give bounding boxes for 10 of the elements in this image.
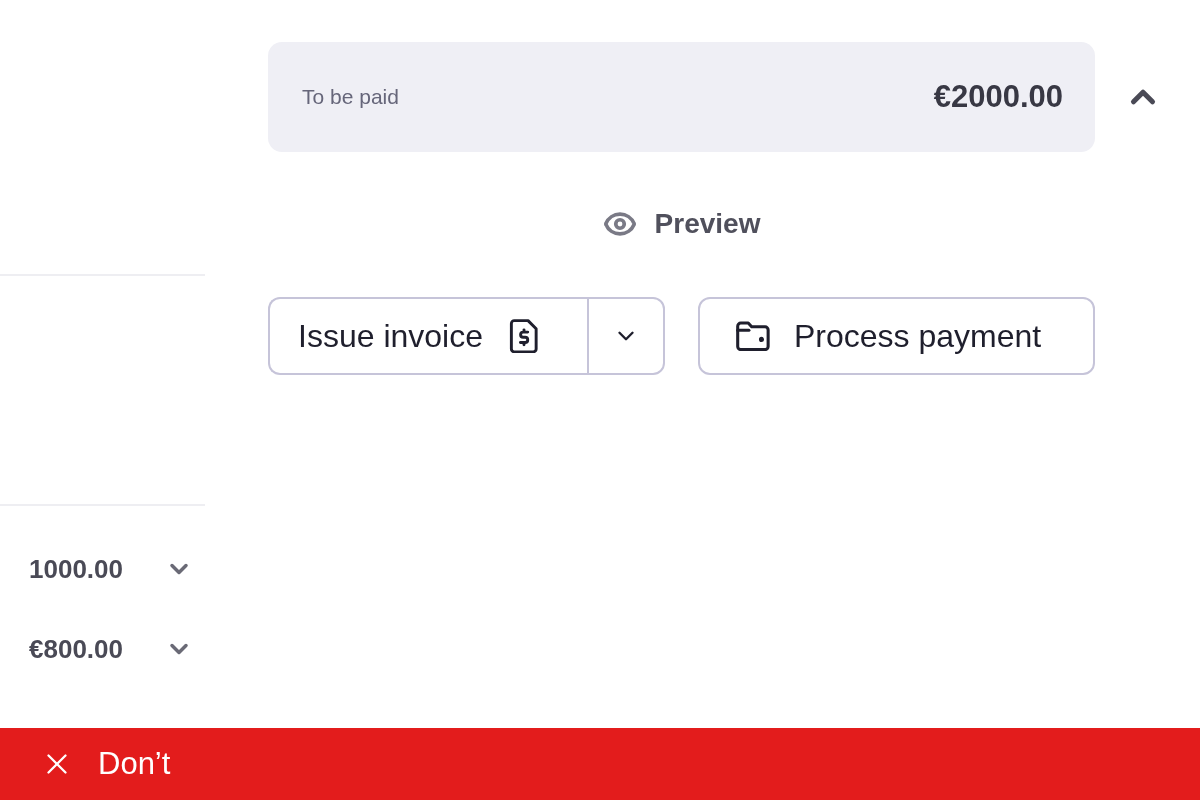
preview-link[interactable]: Preview [654, 208, 761, 240]
summary-label: To be paid [302, 85, 399, 109]
dollar-document-icon [509, 319, 539, 353]
process-payment-button[interactable]: Process payment [698, 297, 1095, 375]
amount-text: 1000.00 [29, 553, 123, 585]
banner-label: Don’t [98, 746, 171, 782]
wallet-icon [736, 321, 770, 351]
issue-invoice-button[interactable]: Issue invoice [268, 297, 587, 375]
summary-amount: €2000.00 [933, 79, 1063, 115]
amount-text: €800.00 [29, 633, 123, 665]
